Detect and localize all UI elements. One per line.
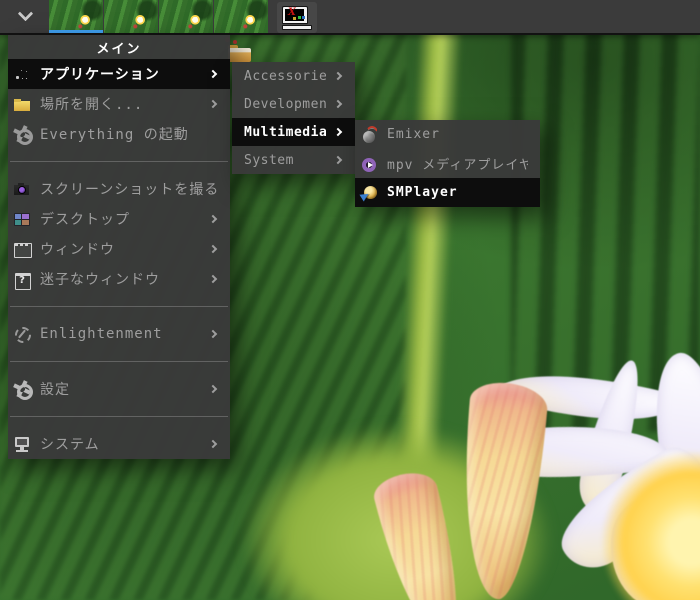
menu-item-label: Everything の起動 (40, 127, 189, 143)
main-menu-button[interactable] (8, 0, 42, 33)
multimedia-submenu: Emixer mpv メディアプレイヤー SMPlayer (355, 120, 540, 207)
submenu-arrow-icon (333, 99, 343, 109)
menu-item-mpv[interactable]: mpv メディアプレイヤー (355, 149, 540, 178)
menu-item-label: System (244, 152, 294, 168)
menu-item-system[interactable]: System (232, 146, 355, 174)
menu-item-multimedia[interactable]: Multimedia (232, 118, 355, 146)
window-question-icon (13, 270, 31, 290)
menu-item-lost-windows[interactable]: 迷子なウィンドウ (8, 264, 230, 294)
desktop-folder-icon[interactable] (228, 45, 251, 62)
menu-item-system[interactable]: システム (8, 429, 230, 459)
submenu-arrow-icon (333, 155, 343, 165)
menu-item-take-screenshot[interactable]: スクリーンショットを撮る (8, 174, 230, 204)
menu-item-development[interactable]: Development (232, 90, 355, 118)
menu-separator (10, 361, 228, 362)
main-menu: メイン アプリケーション 場所を開く... Everything の起動スクリーンシ… (8, 35, 230, 459)
menu-item-label: Development (244, 96, 326, 112)
menu-item-run-everything[interactable]: Everything の起動 (8, 119, 230, 149)
menu-item-enlightenment[interactable]: Enlightenment (8, 319, 230, 349)
pager-desktop-2[interactable] (104, 0, 158, 33)
pager-desktop-1[interactable] (49, 0, 103, 33)
menu-item-label: Multimedia (244, 124, 326, 140)
submenu-arrow-icon (208, 69, 218, 79)
mpv-icon (360, 155, 378, 173)
desktop-pager-icon (13, 210, 31, 228)
menu-title: メイン (96, 41, 142, 57)
menu-item-label: ウィンドウ (40, 242, 115, 258)
menu-item-label: Accessories (244, 68, 326, 84)
menu-item-label: スクリーンショットを撮る (40, 182, 218, 198)
applications-submenu: Accessories Development Multimedia System (232, 62, 355, 174)
top-shelf (0, 0, 700, 35)
menu-item-settings[interactable]: 設定 (8, 374, 230, 404)
everything-gear-icon (13, 125, 33, 145)
smplayer-icon (360, 184, 378, 202)
menu-item-emixer[interactable]: Emixer (355, 120, 540, 149)
emixer-knob-icon (360, 125, 379, 144)
menu-item-label: 設定 (40, 382, 70, 398)
menu-item-accessories[interactable]: Accessories (232, 62, 355, 90)
folder-icon (13, 95, 31, 113)
pager-desktop-4[interactable] (214, 0, 268, 33)
menu-item-label: Enlightenment (40, 326, 163, 342)
camera-icon (13, 180, 31, 198)
submenu-arrow-icon (208, 244, 218, 254)
menu-item-label: 場所を開く... (40, 97, 144, 113)
computer-icon (13, 435, 31, 453)
tray-xterm-button[interactable] (277, 2, 317, 33)
menu-item-label: システム (40, 437, 100, 453)
submenu-arrow-icon (208, 384, 218, 394)
enlightenment-logo-icon (13, 325, 31, 343)
flower-center (602, 452, 700, 600)
leaf-stem (396, 27, 462, 469)
menu-separator (10, 306, 228, 307)
menu-item-applications[interactable]: アプリケーション (8, 59, 230, 89)
menu-item-smplayer[interactable]: SMPlayer (355, 178, 540, 207)
submenu-arrow-icon (333, 71, 343, 81)
desktop-pager (49, 0, 268, 33)
menu-item-label: アプリケーション (40, 67, 160, 83)
submenu-arrow-icon (208, 99, 218, 109)
menu-item-label: 迷子なウィンドウ (40, 272, 160, 288)
menu-item-label: デスクトップ (40, 212, 130, 228)
window-icon (13, 240, 32, 258)
submenu-arrow-icon (333, 127, 343, 137)
menu-item-open-places[interactable]: 場所を開く... (8, 89, 230, 119)
submenu-arrow-icon (208, 329, 218, 339)
menu-item-label: Emixer (387, 127, 440, 142)
applications-icon (13, 65, 31, 83)
menu-item-desktop[interactable]: デスクトップ (8, 204, 230, 234)
gear-icon (13, 380, 31, 398)
desktop-screen: メイン アプリケーション場所を開く... Everything の起動スクリーンシ… (0, 0, 700, 600)
red-bud (233, 40, 237, 44)
menu-separator (10, 416, 228, 417)
xterm-icon (282, 5, 312, 30)
submenu-arrow-icon (208, 439, 218, 449)
chevron-down-icon (17, 5, 33, 22)
menu-item-windows[interactable]: ウィンドウ (8, 234, 230, 264)
pager-desktop-3[interactable] (159, 0, 213, 33)
menu-separator (10, 161, 228, 162)
menu-item-label: SMPlayer (387, 185, 458, 200)
menu-item-label: mpv メディアプレイヤー (387, 158, 528, 173)
submenu-arrow-icon (208, 274, 218, 284)
submenu-arrow-icon (208, 214, 218, 224)
